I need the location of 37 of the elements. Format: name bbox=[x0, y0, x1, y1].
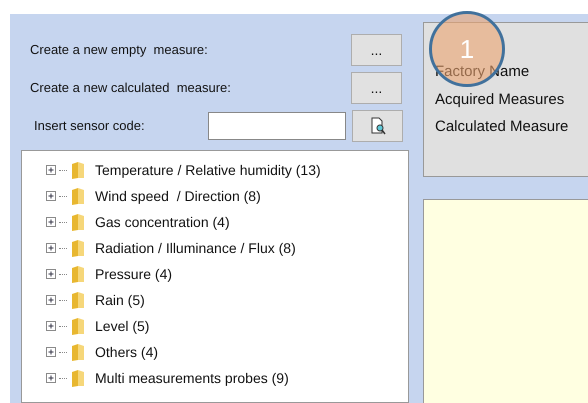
action-label: Insert sensor code: bbox=[33, 117, 146, 136]
tree-item[interactable]: Rain (5) bbox=[95, 290, 145, 310]
folder-icon bbox=[70, 342, 86, 362]
tree-item[interactable]: Temperature / Relative humidity (13) bbox=[95, 160, 321, 180]
folder-icon bbox=[70, 316, 86, 336]
tree-item[interactable]: Multi measurements probes (9) bbox=[95, 368, 289, 388]
action-label: Create a new calculated measure: bbox=[30, 79, 232, 98]
expand-icon[interactable] bbox=[46, 347, 56, 357]
sensor-code-field[interactable] bbox=[208, 112, 346, 140]
tree-item[interactable]: Radiation / Illuminance / Flux (8) bbox=[95, 238, 296, 258]
expand-icon[interactable] bbox=[46, 373, 56, 383]
folder-icon bbox=[70, 186, 86, 206]
tree-item[interactable]: Wind speed / Direction (8) bbox=[95, 186, 261, 206]
folder-icon bbox=[70, 290, 86, 310]
search-document-button[interactable] bbox=[352, 110, 403, 142]
folder-icon bbox=[70, 368, 86, 388]
tree-item[interactable]: Level (5) bbox=[95, 316, 150, 336]
info-label: Calculated Measure bbox=[435, 117, 570, 137]
expand-icon[interactable] bbox=[46, 269, 56, 279]
action-label: Create a new empty measure: bbox=[30, 41, 209, 60]
expand-icon[interactable] bbox=[46, 295, 56, 305]
info-label: Acquired Measures bbox=[435, 90, 566, 110]
folder-icon bbox=[70, 264, 86, 284]
document-search-icon bbox=[370, 117, 386, 135]
folder-icon bbox=[70, 212, 86, 232]
expand-icon[interactable] bbox=[46, 217, 56, 227]
tree-item[interactable]: Pressure (4) bbox=[95, 264, 172, 284]
expand-icon[interactable] bbox=[46, 191, 56, 201]
expand-icon[interactable] bbox=[46, 243, 56, 253]
expand-icon[interactable] bbox=[46, 321, 56, 331]
tree-item[interactable]: Others (4) bbox=[95, 342, 158, 362]
expand-icon[interactable] bbox=[46, 165, 56, 175]
ellipsis-button[interactable]: ... bbox=[351, 34, 402, 66]
folder-icon bbox=[70, 160, 86, 180]
tree-item[interactable]: Gas concentration (4) bbox=[95, 212, 230, 232]
ellipsis-button[interactable]: ... bbox=[351, 72, 402, 104]
folder-icon bbox=[70, 238, 86, 258]
